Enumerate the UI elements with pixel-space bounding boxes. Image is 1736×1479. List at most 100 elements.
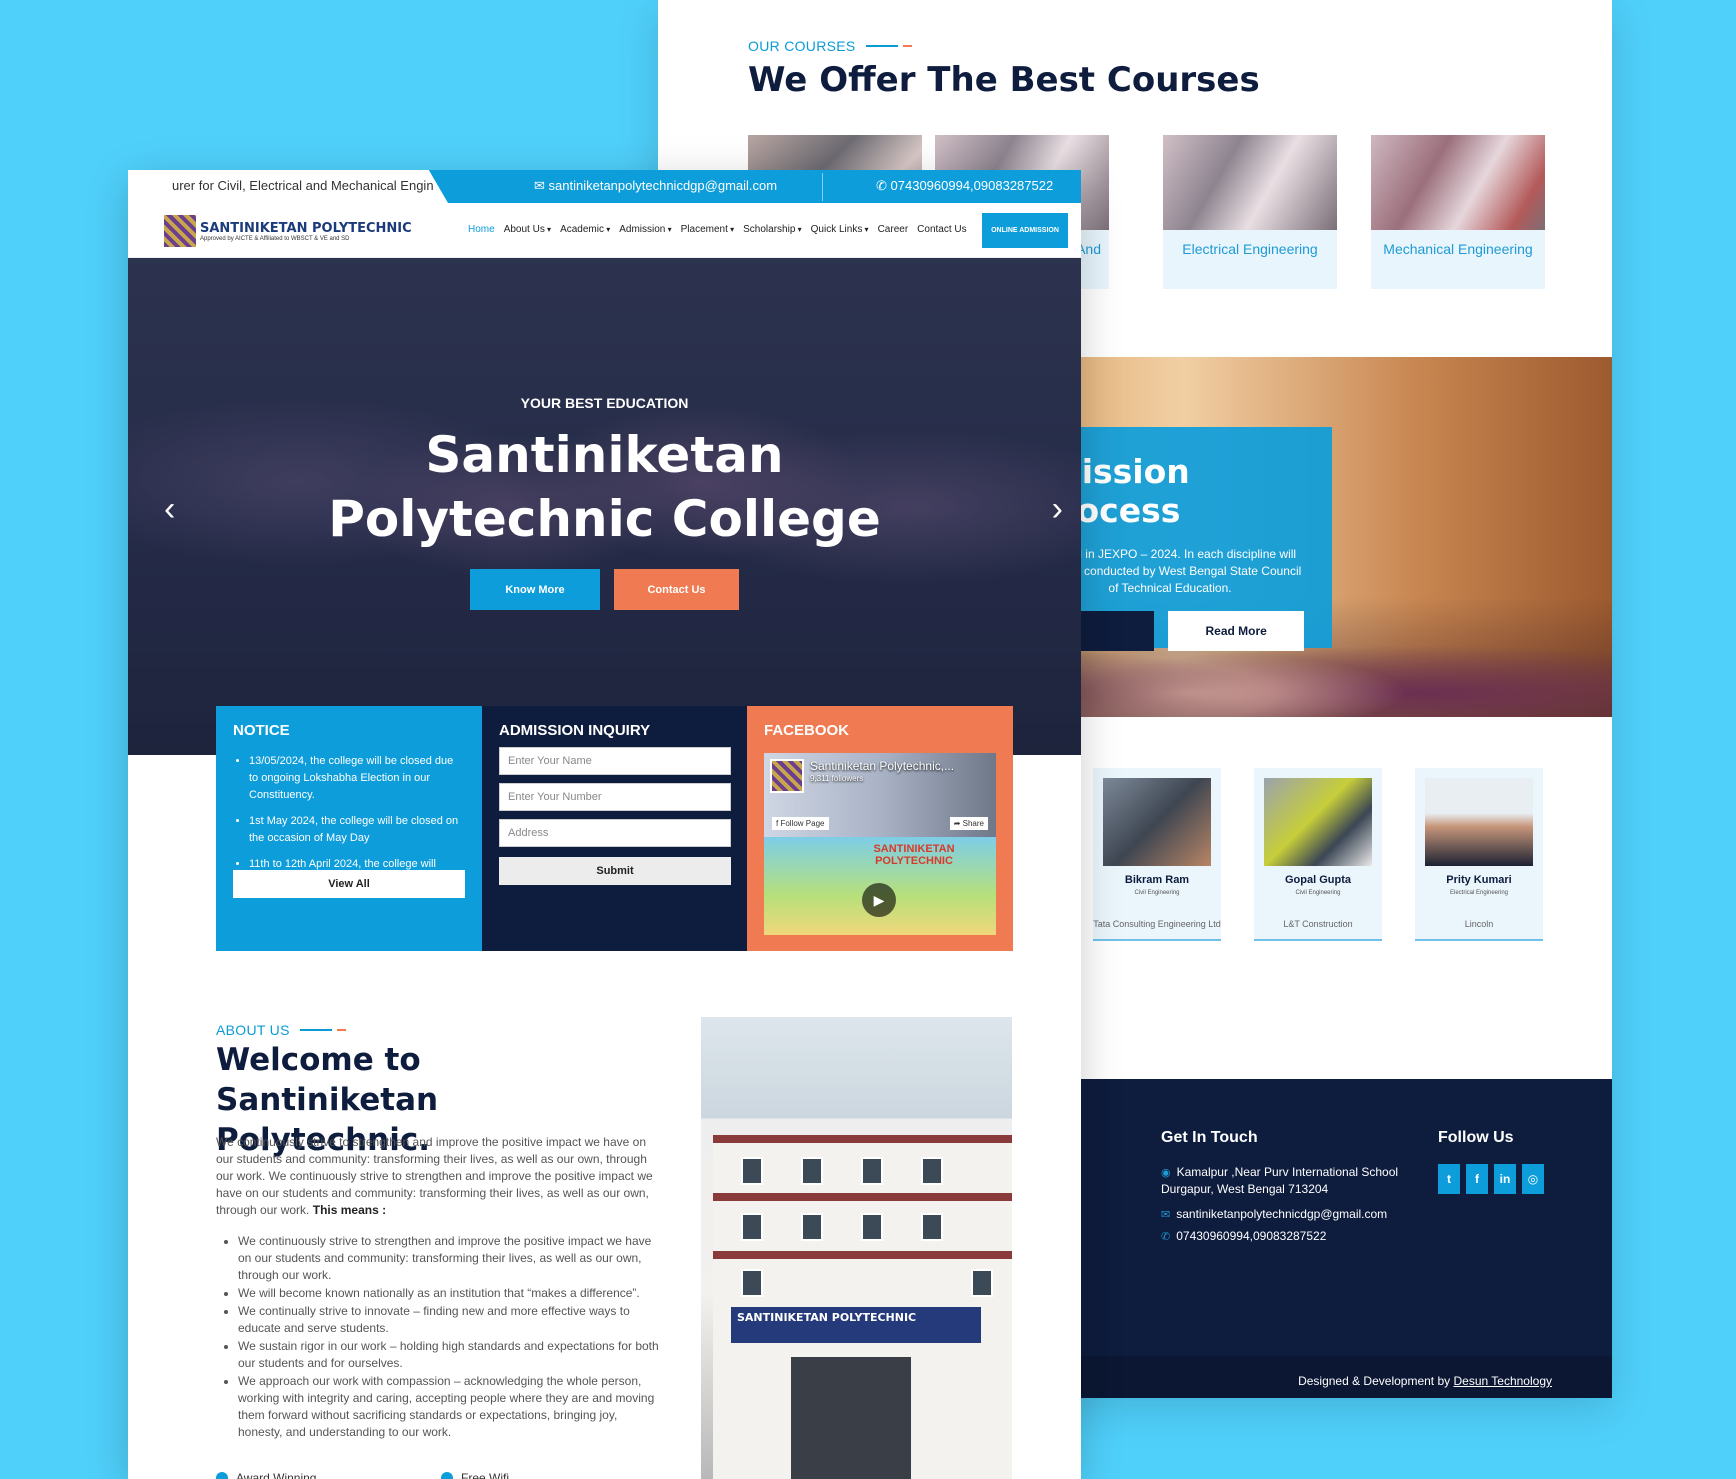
check-icon	[216, 1472, 228, 1479]
facebook-followers: 9,311 followers	[810, 774, 864, 783]
topbar-phone-text: 07430960994,09083287522	[890, 178, 1054, 193]
alumni-card: Prity Kumari Electrical Engineering Linc…	[1415, 768, 1543, 941]
building-window	[921, 1157, 943, 1185]
address-input[interactable]: Address	[499, 819, 731, 847]
get-in-touch-heading: Get In Touch	[1161, 1129, 1258, 1146]
notice-title: NOTICE	[233, 722, 290, 739]
check-icon	[441, 1472, 453, 1479]
contact-us-button[interactable]: Contact Us	[614, 569, 739, 610]
footer-address-text: Kamalpur ,Near Purv International School…	[1161, 1165, 1399, 1196]
number-input[interactable]: Enter Your Number	[499, 783, 731, 811]
alumni-company: Tata Consulting Engineering Ltd	[1093, 919, 1221, 929]
nav-scholarship[interactable]: Scholarship	[743, 224, 802, 235]
play-icon[interactable]: ▶	[862, 883, 896, 917]
nav-menu: Home About Us Academic Admission Placeme…	[468, 224, 967, 235]
course-card-mechanical[interactable]: Mechanical Engineering	[1371, 135, 1545, 289]
online-admission-button[interactable]: ONLINE ADMISSION	[982, 213, 1068, 248]
logo-name: SANTINIKETAN POLYTECHNIC	[200, 220, 412, 236]
facebook-embed[interactable]: Santiniketan Polytechnic,... 9,311 follo…	[764, 753, 996, 935]
notice-item[interactable]: 1st May 2024, the college will be closed…	[249, 813, 465, 847]
facebook-panel: FACEBOOK Santiniketan Polytechnic,... 9,…	[747, 706, 1013, 951]
view-all-button[interactable]: View All	[233, 870, 465, 898]
instagram-icon[interactable]: ◎	[1522, 1164, 1544, 1194]
topbar-phone[interactable]: ✆ 07430960994,09083287522	[876, 178, 1053, 194]
building-window	[861, 1157, 883, 1185]
twitter-icon[interactable]: t	[1438, 1164, 1460, 1194]
facebook-page-name[interactable]: Santiniketan Polytechnic,...	[810, 759, 954, 773]
credit-text: Designed & Development by Desun Technolo…	[1298, 1374, 1552, 1388]
follow-page-label: Follow Page	[780, 819, 825, 828]
feature-label: Award Winning	[236, 1471, 317, 1479]
building-window	[921, 1213, 943, 1241]
about-paragraph-text: We continuously strive to strengthen and…	[216, 1135, 653, 1217]
nav-contact-us[interactable]: Contact Us	[917, 224, 966, 235]
top-bar: urer for Civil, Electrical and Mechanica…	[128, 170, 1081, 203]
location-icon: ◉	[1161, 1167, 1171, 1179]
follow-us-heading: Follow Us	[1438, 1129, 1514, 1146]
nav-academic[interactable]: Academic	[560, 224, 610, 235]
nav-home[interactable]: Home	[468, 224, 495, 235]
building-window	[801, 1213, 823, 1241]
about-list-item: We continuously strive to strengthen and…	[238, 1233, 662, 1284]
nav-career[interactable]: Career	[878, 224, 909, 235]
post-title: SANTINIKETAN POLYTECHNIC	[873, 843, 955, 867]
follow-page-button[interactable]: f Follow Page	[772, 817, 829, 830]
building-sign: SANTINIKETAN POLYTECHNIC	[731, 1307, 981, 1343]
read-more-button[interactable]: Read More	[1168, 611, 1304, 651]
topbar-email[interactable]: ✉ santiniketanpolytechnicdgp@gmail.com	[534, 178, 777, 194]
alumni-photo	[1103, 778, 1211, 866]
hero-title: Santiniketan Polytechnic College	[328, 426, 881, 548]
linkedin-icon[interactable]: in	[1494, 1164, 1516, 1194]
footer-phone[interactable]: ✆ 07430960994,09083287522	[1161, 1229, 1326, 1243]
building-window	[741, 1213, 763, 1241]
share-button[interactable]: ➦ Share	[949, 817, 988, 830]
footer-phone-text: 07430960994,09083287522	[1176, 1229, 1327, 1243]
nav-placement[interactable]: Placement	[681, 224, 735, 235]
notice-panel: NOTICE 13/05/2024, the college will be c…	[216, 706, 482, 951]
course-image	[1371, 135, 1545, 230]
submit-button[interactable]: Submit	[499, 857, 731, 885]
course-label: Electrical Engineering	[1182, 241, 1318, 257]
nav-admission[interactable]: Admission	[619, 224, 671, 235]
alumni-photo	[1425, 778, 1533, 866]
courses-title: We Offer The Best Courses	[748, 60, 1260, 100]
hero-slider: ‹ › YOUR BEST EDUCATION Santiniketan Pol…	[128, 258, 1081, 755]
page-avatar	[770, 759, 804, 793]
alumni-name: Prity Kumari	[1446, 874, 1512, 886]
social-links: t f in ◎	[1438, 1164, 1544, 1194]
about-eyebrow-text: ABOUT US	[216, 1022, 290, 1038]
facebook-cover: Santiniketan Polytechnic,... 9,311 follo…	[764, 753, 996, 837]
phone-icon: ✆	[1161, 1231, 1171, 1243]
facebook-title: FACEBOOK	[764, 722, 850, 739]
building-entrance	[791, 1357, 911, 1479]
divider	[822, 173, 823, 201]
alumni-company: Lincoln	[1464, 919, 1494, 929]
site-logo[interactable]: SANTINIKETAN POLYTECHNIC Approved by AIC…	[164, 215, 412, 247]
notice-list: 13/05/2024, the college will be closed d…	[233, 753, 465, 873]
alumni-branch: Electrical Engineering	[1449, 890, 1509, 896]
facebook-icon[interactable]: f	[1466, 1164, 1488, 1194]
nav-about-us[interactable]: About Us	[504, 224, 551, 235]
college-building-photo: SANTINIKETAN POLYTECHNIC	[701, 1017, 1012, 1479]
nav-quick-links[interactable]: Quick Links	[811, 224, 869, 235]
main-navbar: SANTINIKETAN POLYTECHNIC Approved by AIC…	[128, 203, 1081, 258]
about-list: We continuously strive to strengthen and…	[216, 1233, 662, 1442]
mail-icon: ✉	[1161, 1209, 1171, 1221]
feature-item: Award Winning	[216, 1471, 316, 1479]
notice-item[interactable]: 13/05/2024, the college will be closed d…	[249, 753, 465, 804]
mail-icon: ✉	[534, 178, 545, 193]
building-window	[801, 1157, 823, 1185]
facebook-post-video[interactable]: SANTINIKETAN POLYTECHNIC ▶	[764, 837, 996, 935]
course-card-electrical[interactable]: Electrical Engineering	[1163, 135, 1337, 289]
alumni-card: Bikram Ram Civil Engineering Tata Consul…	[1093, 768, 1221, 941]
building-window	[741, 1157, 763, 1185]
name-input[interactable]: Enter Your Name	[499, 747, 731, 775]
alumni-photo	[1264, 778, 1372, 866]
about-list-item: We sustain rigor in our work – holding h…	[238, 1338, 662, 1372]
know-more-button[interactable]: Know More	[470, 569, 600, 610]
homepage: urer for Civil, Electrical and Mechanica…	[128, 170, 1081, 1479]
logo-tagline: Approved by AICTE & Affiliated to WBSCT …	[200, 235, 350, 242]
credit-link[interactable]: Desun Technology	[1453, 1374, 1552, 1388]
footer-email[interactable]: ✉ santiniketanpolytechnicdgp@gmail.com	[1161, 1207, 1387, 1221]
footer-email-text: santiniketanpolytechnicdgp@gmail.com	[1176, 1207, 1388, 1221]
